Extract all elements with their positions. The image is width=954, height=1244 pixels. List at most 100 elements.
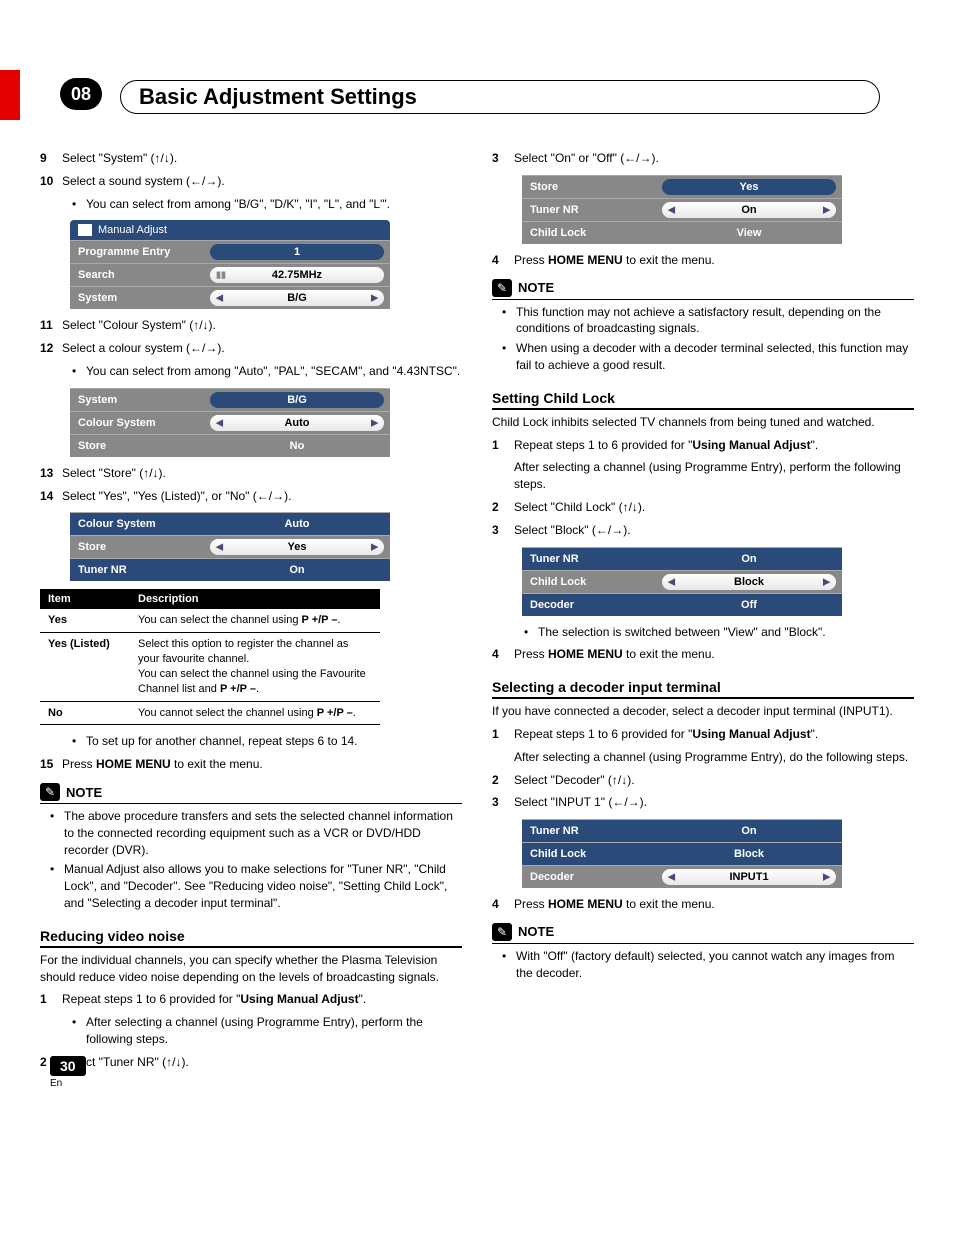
right-column: 3Select "On" or "Off" (←/→). StoreYes Tu… [492,144,914,1077]
menu-row-value: Yes [662,179,836,195]
step-text: Select "Tuner NR" (↑/↓). [62,1054,462,1071]
step-text: Select "Child Lock" (↑/↓). [514,499,914,516]
step-text: Press HOME MENU to exit the menu. [514,896,914,913]
store-options-table: ItemDescription YesYou can select the ch… [40,589,380,725]
step-number: 2 [492,499,514,516]
menu-row-value: No [210,438,384,454]
note-text: When using a decoder with a decoder term… [516,340,914,374]
step-text: Press HOME MENU to exit the menu. [514,252,914,269]
arrow-left-icon: ◀ [668,204,675,215]
menu-row-label: Child Lock [522,572,662,592]
menu-row-value: Auto [210,516,384,532]
menu-row-value: 1 [210,244,384,260]
step-text: Repeat steps 1 to 6 provided for "Using … [62,991,462,1008]
pencil-icon: ✎ [492,279,512,297]
menu-row-label: Child Lock [522,844,662,864]
step-number: 3 [492,150,514,167]
menu-row-value: ▮▮42.75MHz [210,267,384,283]
arrow-right-icon: ▶ [823,872,830,883]
menu-header-label: Manual Adjust [98,224,167,236]
menu-row-label: Programme Entry [70,242,210,262]
table-cell: No [40,701,130,725]
arrow-right-icon: ▶ [823,204,830,215]
left-column: 9Select "System" (↑/↓). 10Select a sound… [40,144,462,1077]
bullet-text: You can select from among "Auto", "PAL",… [86,363,460,380]
menu-row-value: On [662,823,836,839]
step-text: Press HOME MENU to exit the menu. [514,646,914,663]
menu-row-label: Decoder [522,867,662,887]
step-number: 15 [40,756,62,773]
step-text: Repeat steps 1 to 6 provided for "Using … [514,437,914,454]
step-number: 1 [40,991,62,1008]
menu-icon [78,224,92,236]
step-number: 11 [40,317,62,334]
note-label: NOTE [518,924,554,939]
menu-row-value: B/G [210,392,384,408]
bullet-text: The selection is switched between "View"… [538,624,826,641]
menu-row-label: Store [522,177,662,197]
menu-row-label: System [70,288,210,308]
note-heading: ✎ NOTE [492,923,914,944]
paragraph: Child Lock inhibits selected TV channels… [492,414,914,431]
menu-row-value: ◀Block▶ [662,574,836,590]
step-text: Select "On" or "Off" (←/→). [514,150,914,167]
step-number: 1 [492,437,514,454]
arrow-right-icon: ▶ [371,293,378,304]
pencil-icon: ✎ [492,923,512,941]
page-number: 30 [50,1056,86,1076]
step-text: Press HOME MENU to exit the menu. [62,756,462,773]
menu-row-value: ◀On▶ [662,202,836,218]
note-text: With "Off" (factory default) selected, y… [516,948,914,982]
osd-menu-decoder: Tuner NROn Child LockBlock Decoder◀INPUT… [522,819,842,888]
menu-row-label: Decoder [522,595,662,615]
osd-menu-tuner-nr: StoreYes Tuner NR◀On▶ Child LockView [522,175,842,244]
chapter-title: Basic Adjustment Settings [139,84,417,109]
paragraph: For the individual channels, you can spe… [40,952,462,986]
table-header: Item [40,589,130,609]
step-text: Select a colour system (←/→). [62,340,462,357]
step-text: Select a sound system (←/→). [62,173,462,190]
note-text: This function may not achieve a satisfac… [516,304,914,338]
menu-row-value: ◀B/G▶ [210,290,384,306]
step-sub-text: After selecting a channel (using Program… [514,749,914,766]
table-cell: You can select the channel using P +/P –… [130,609,380,632]
page-language: En [50,1078,86,1089]
margin-red-bar [0,70,20,120]
paragraph: If you have connected a decoder, select … [492,703,914,720]
arrow-left-icon: ◀ [216,542,223,553]
section-heading-reducing-video-noise: Reducing video noise [40,928,462,948]
chapter-title-wrap: Basic Adjustment Settings [120,80,880,114]
arrow-left-icon: ◀ [668,576,675,587]
arrow-right-icon: ▶ [823,576,830,587]
table-cell: Yes [40,609,130,632]
pencil-icon: ✎ [40,783,60,801]
menu-row-label: Search [70,265,210,285]
step-number: 9 [40,150,62,167]
menu-row-label: Tuner NR [70,560,210,580]
chapter-number-badge: 08 [60,78,102,110]
step-number: 3 [492,794,514,811]
menu-row-label: Colour System [70,413,210,433]
osd-menu-colour-system: SystemB/G Colour System◀Auto▶ StoreNo [70,388,390,457]
menu-row-value: On [210,562,384,578]
step-text: Select "System" (↑/↓). [62,150,462,167]
bullet-text: To set up for another channel, repeat st… [86,733,358,750]
note-heading: ✎ NOTE [40,783,462,804]
bullet-text: After selecting a channel (using Program… [86,1014,462,1048]
step-text: Select "Colour System" (↑/↓). [62,317,462,334]
step-number: 2 [492,772,514,789]
step-text: Select "Decoder" (↑/↓). [514,772,914,789]
menu-row-label: Store [70,436,210,456]
step-number: 13 [40,465,62,482]
menu-row-value: ◀Yes▶ [210,539,384,555]
step-number: 10 [40,173,62,190]
osd-menu-manual-adjust: Manual Adjust Programme Entry1 Search▮▮4… [70,220,390,309]
step-text: Select "INPUT 1" (←/→). [514,794,914,811]
step-number: 12 [40,340,62,357]
menu-row-value: View [662,225,836,241]
step-number: 14 [40,488,62,505]
step-number: 4 [492,896,514,913]
menu-row-value: On [662,551,836,567]
note-heading: ✎ NOTE [492,279,914,300]
menu-row-label: System [70,390,210,410]
